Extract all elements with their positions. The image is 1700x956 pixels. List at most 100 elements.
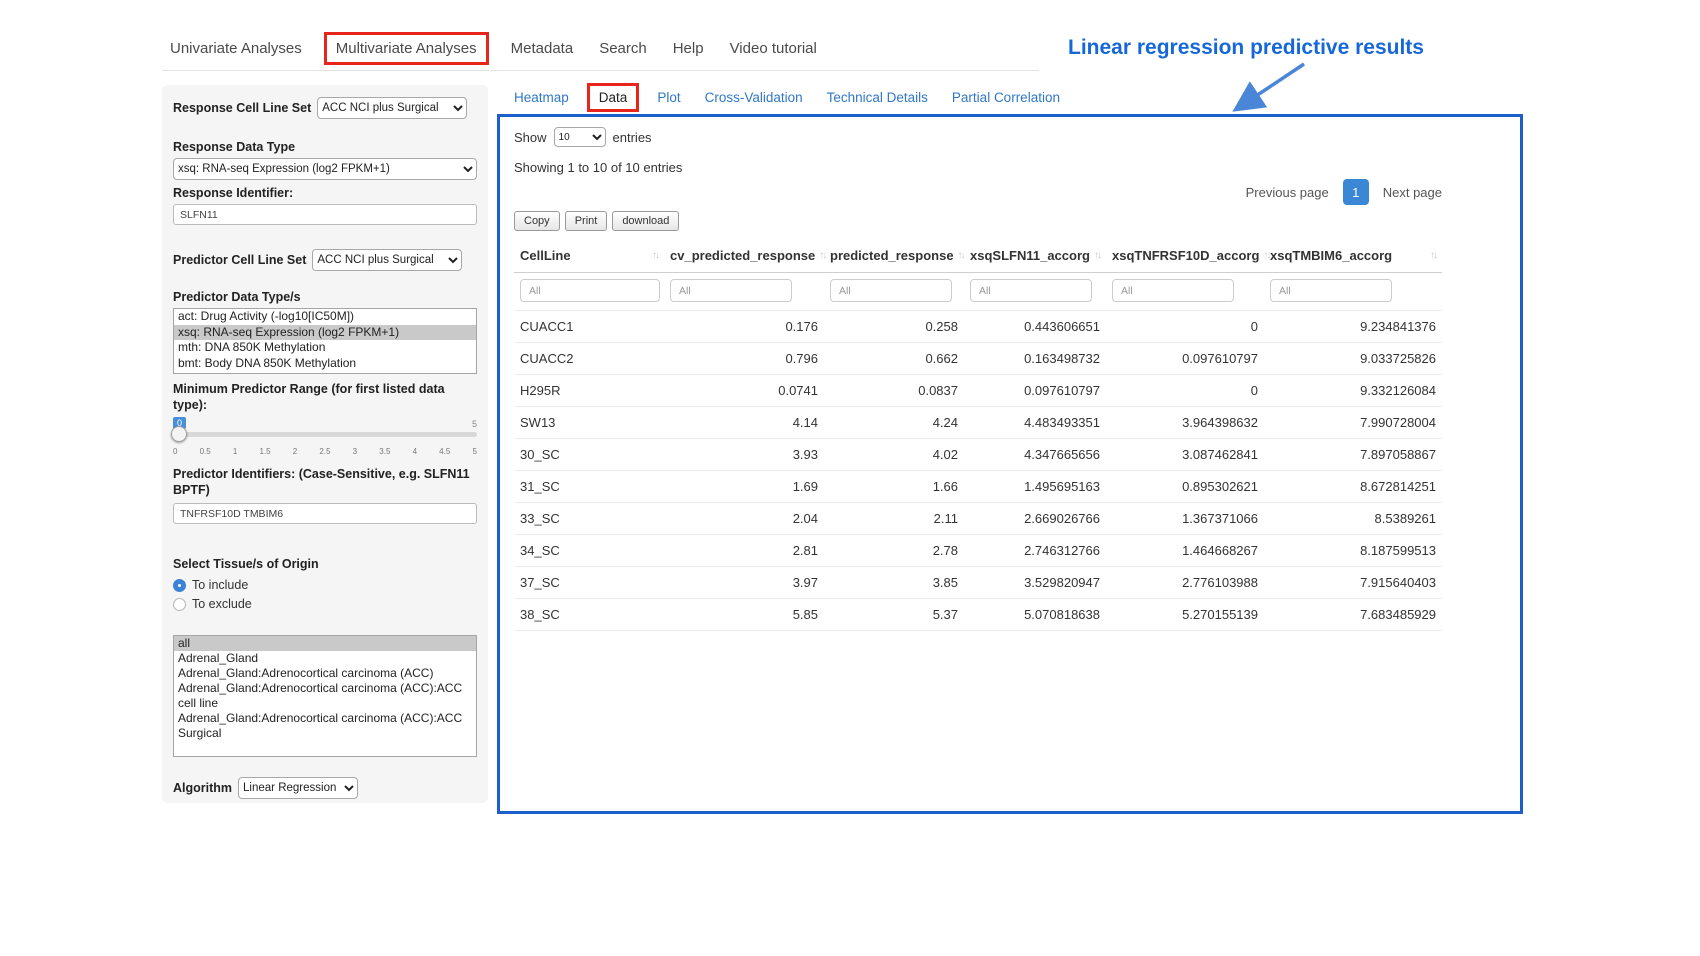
sort-icon: ↑↓ [1430, 250, 1436, 261]
min-range-slider[interactable]: 0 5 00.511.522.533.544.55 [173, 417, 477, 456]
cell-value: 3.97 [664, 567, 824, 599]
cell-value: 1.69 [664, 471, 824, 503]
radio-to-exclude[interactable]: To exclude [173, 597, 477, 611]
filter-input-cv-predicted-response[interactable] [670, 279, 792, 302]
nav-item-help[interactable]: Help [673, 40, 704, 57]
cell-value: 2.776103988 [1106, 567, 1264, 599]
tissue-option-3[interactable]: Adrenal_Gland:Adrenocortical carcinoma (… [174, 681, 476, 711]
page-root: Univariate Analyses Multivariate Analyses… [0, 0, 1700, 956]
cell-value: 0.0837 [824, 375, 964, 407]
response-cell-line-set-select[interactable]: ACC NCI plus Surgical [317, 97, 467, 119]
cell-value: 0 [1106, 311, 1264, 343]
slider-handle-icon[interactable] [171, 426, 187, 442]
top-nav: Univariate AnalysesMultivariate Analyses… [170, 40, 1039, 57]
table-row: 31_SC1.691.661.4956951630.8953026218.672… [514, 471, 1442, 503]
results-content: Show 10 entries Showing 1 to 10 of 10 en… [514, 127, 1442, 631]
sort-icon: ↑↓ [958, 250, 964, 261]
slider-tick: 4.5 [439, 447, 450, 456]
algorithm-label: Algorithm [173, 780, 232, 796]
predictor-type-option-xsq[interactable]: xsq: RNA-seq Expression (log2 FPKM+1) [174, 325, 476, 341]
tab-data[interactable]: Data [587, 83, 640, 112]
predictor-data-types-listbox[interactable]: act: Drug Activity (-log10[IC50M])xsq: R… [173, 308, 477, 374]
cell-value: 3.087462841 [1106, 439, 1264, 471]
next-page-button[interactable]: Next page [1383, 185, 1442, 200]
slider-tick: 3 [353, 447, 357, 456]
sort-icon: ↑↓ [819, 250, 825, 261]
annotation-arrow-icon [1226, 58, 1321, 118]
results-panel: Show 10 entries Showing 1 to 10 of 10 en… [497, 114, 1523, 814]
cell-value: 1.66 [824, 471, 964, 503]
predictor-cell-line-set-row: Predictor Cell Line Set ACC NCI plus Sur… [173, 249, 477, 271]
column-header-xsqslfn11-accorg[interactable]: xsqSLFN11_accorg↑↓ [964, 239, 1106, 273]
sort-icon: ↑↓ [1094, 250, 1100, 261]
response-data-type-select[interactable]: xsq: RNA-seq Expression (log2 FPKM+1) [173, 158, 477, 180]
algorithm-select[interactable]: Linear Regression [238, 777, 358, 799]
column-label: xsqTMBIM6_accorg [1270, 248, 1392, 263]
response-identifier-input[interactable] [173, 204, 477, 225]
column-header-predicted-response[interactable]: predicted_response↑↓ [824, 239, 964, 273]
copy-button[interactable]: Copy [514, 211, 560, 231]
cell-value: 0.662 [824, 343, 964, 375]
radio-icon [173, 598, 186, 611]
cell-line-name: SW13 [514, 407, 664, 439]
cell-value: 4.14 [664, 407, 824, 439]
print-button[interactable]: Print [565, 211, 608, 231]
predictor-type-option-mth[interactable]: mth: DNA 850K Methylation [174, 340, 476, 356]
cell-value: 9.332126084 [1264, 375, 1442, 407]
column-header-xsqtnfrsf10d-accorg[interactable]: xsqTNFRSF10D_accorg↑↓ [1106, 239, 1264, 273]
nav-item-metadata[interactable]: Metadata [511, 40, 574, 57]
nav-item-search[interactable]: Search [599, 40, 647, 57]
radio-to-include[interactable]: To include [173, 578, 477, 592]
tissue-option-4[interactable]: Adrenal_Gland:Adrenocortical carcinoma (… [174, 711, 476, 741]
predictor-cell-line-set-select[interactable]: ACC NCI plus Surgical [312, 249, 462, 271]
cell-value: 0.895302621 [1106, 471, 1264, 503]
predictor-type-option-bmt[interactable]: bmt: Body DNA 850K Methylation [174, 356, 476, 372]
cell-line-name: H295R [514, 375, 664, 407]
predictor-identifiers-input[interactable] [173, 503, 477, 524]
table-row: 33_SC2.042.112.6690267661.3673710668.538… [514, 503, 1442, 535]
cell-value: 7.897058867 [1264, 439, 1442, 471]
tab-partial-correlation[interactable]: Partial Correlation [952, 90, 1060, 105]
tab-technical-details[interactable]: Technical Details [827, 90, 928, 105]
cell-value: 0.443606651 [964, 311, 1106, 343]
page-length-select[interactable]: 10 [554, 127, 606, 147]
previous-page-button[interactable]: Previous page [1246, 185, 1329, 200]
filter-cell [514, 273, 664, 311]
filter-input-xsqtmbim6-accorg[interactable] [1270, 279, 1392, 302]
table-row: 34_SC2.812.782.7463127661.4646682678.187… [514, 535, 1442, 567]
tissue-listbox[interactable]: allAdrenal_GlandAdrenal_Gland:Adrenocort… [173, 635, 477, 757]
filter-input-xsqtnfrsf10d-accorg[interactable] [1112, 279, 1234, 302]
column-header-inner: cv_predicted_response↑↓ [670, 248, 818, 263]
tab-plot[interactable]: Plot [657, 90, 680, 105]
nav-item-multivariate-analyses[interactable]: Multivariate Analyses [324, 32, 489, 65]
filter-cell [1106, 273, 1264, 311]
predictor-cell-line-set-label: Predictor Cell Line Set [173, 252, 306, 268]
slider-track[interactable] [173, 432, 477, 437]
tab-cross-validation[interactable]: Cross-Validation [705, 90, 803, 105]
tissue-option-2[interactable]: Adrenal_Gland:Adrenocortical carcinoma (… [174, 666, 476, 681]
cell-line-name: CUACC2 [514, 343, 664, 375]
slider-tick: 0.5 [200, 447, 211, 456]
cell-value: 7.990728004 [1264, 407, 1442, 439]
tissue-option-1[interactable]: Adrenal_Gland [174, 651, 476, 666]
download-button[interactable]: download [612, 211, 679, 231]
filter-input-xsqslfn11-accorg[interactable] [970, 279, 1092, 302]
algorithm-row: Algorithm Linear Regression [173, 777, 477, 799]
filter-input-predicted-response[interactable] [830, 279, 952, 302]
table-row: 37_SC3.973.853.5298209472.7761039887.915… [514, 567, 1442, 599]
cell-value: 0 [1106, 375, 1264, 407]
nav-item-univariate-analyses[interactable]: Univariate Analyses [170, 40, 302, 57]
current-page-button[interactable]: 1 [1343, 179, 1369, 205]
column-header-inner: xsqTMBIM6_accorg ↑↓ [1270, 248, 1436, 263]
nav-item-video-tutorial[interactable]: Video tutorial [730, 40, 817, 57]
cell-value: 3.529820947 [964, 567, 1106, 599]
tab-heatmap[interactable]: Heatmap [514, 90, 569, 105]
tissue-option-0[interactable]: all [174, 636, 476, 651]
radio-label: To include [192, 578, 248, 592]
predictor-type-option-act[interactable]: act: Drug Activity (-log10[IC50M]) [174, 309, 476, 325]
filter-input-cellline[interactable] [520, 279, 660, 302]
column-header-cv-predicted-response[interactable]: cv_predicted_response↑↓ [664, 239, 824, 273]
column-header-cellline[interactable]: CellLine↑↓ [514, 239, 664, 273]
cell-value: 4.24 [824, 407, 964, 439]
column-header-xsqtmbim6-accorg[interactable]: xsqTMBIM6_accorg ↑↓ [1264, 239, 1442, 273]
